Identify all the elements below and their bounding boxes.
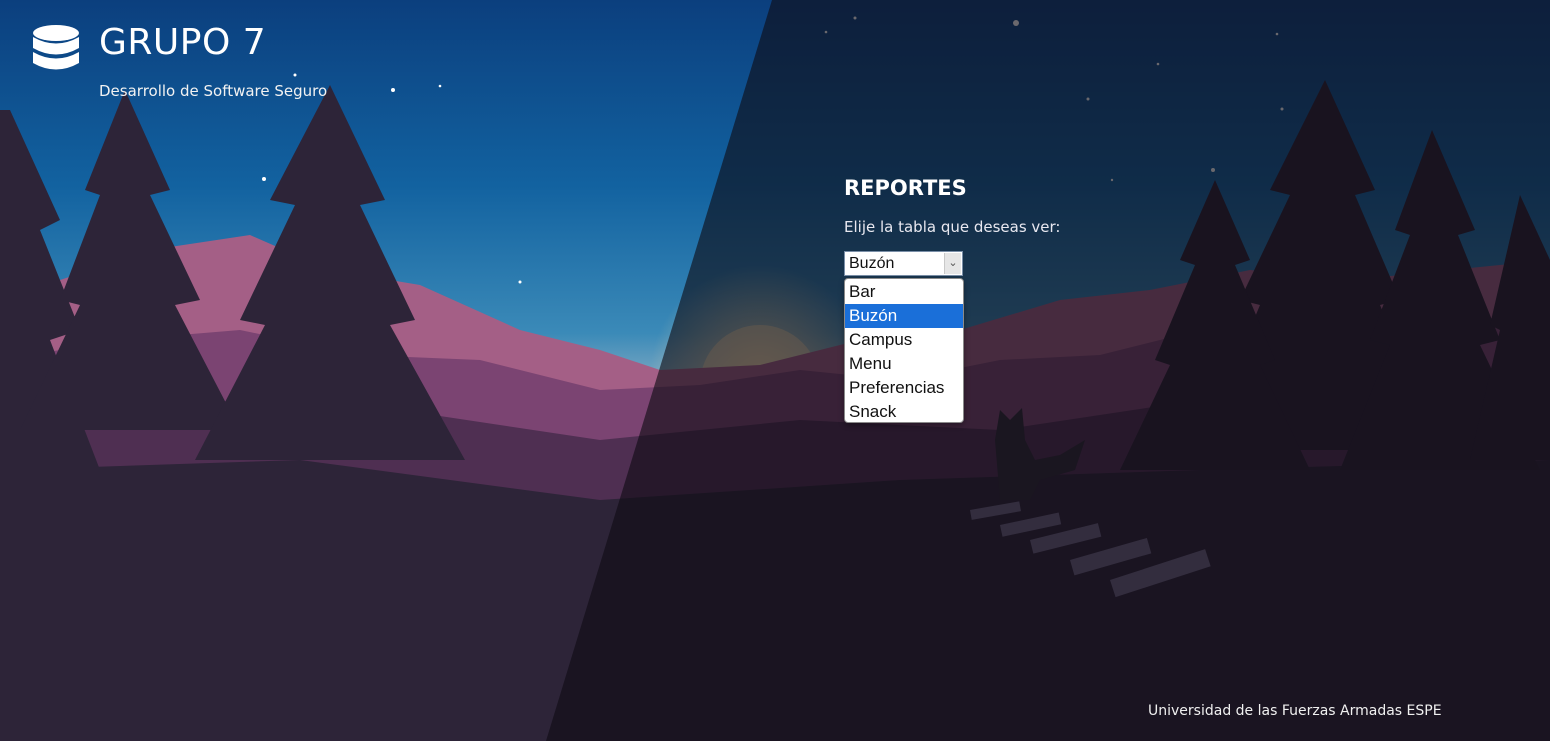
brand-subtitle: Desarrollo de Software Seguro [99,82,328,100]
option-bar[interactable]: Bar [845,280,963,304]
chevron-down-icon[interactable]: ⌄ [944,253,961,274]
option-campus[interactable]: Campus [845,328,963,352]
option-buzon[interactable]: Buzón [845,304,963,328]
table-select-dropdown: Bar Buzón Campus Menu Preferencias Snack [844,278,964,423]
option-menu[interactable]: Menu [845,352,963,376]
reports-title: REPORTES [844,176,967,200]
footer-text: Universidad de las Fuerzas Armadas ESPE [1148,703,1442,719]
reports-panel: REPORTES Elije la tabla que deseas ver: [844,176,1060,236]
table-select-value: Buzón [849,255,895,272]
database-icon [33,25,79,70]
table-select-label: Elije la tabla que deseas ver: [844,218,1061,236]
background-illustration [0,0,1550,741]
table-select[interactable]: Buzón ⌄ [844,251,963,276]
brand-title: GRUPO 7 [99,22,267,63]
option-snack[interactable]: Snack [845,400,963,424]
option-preferencias[interactable]: Preferencias [845,376,963,400]
